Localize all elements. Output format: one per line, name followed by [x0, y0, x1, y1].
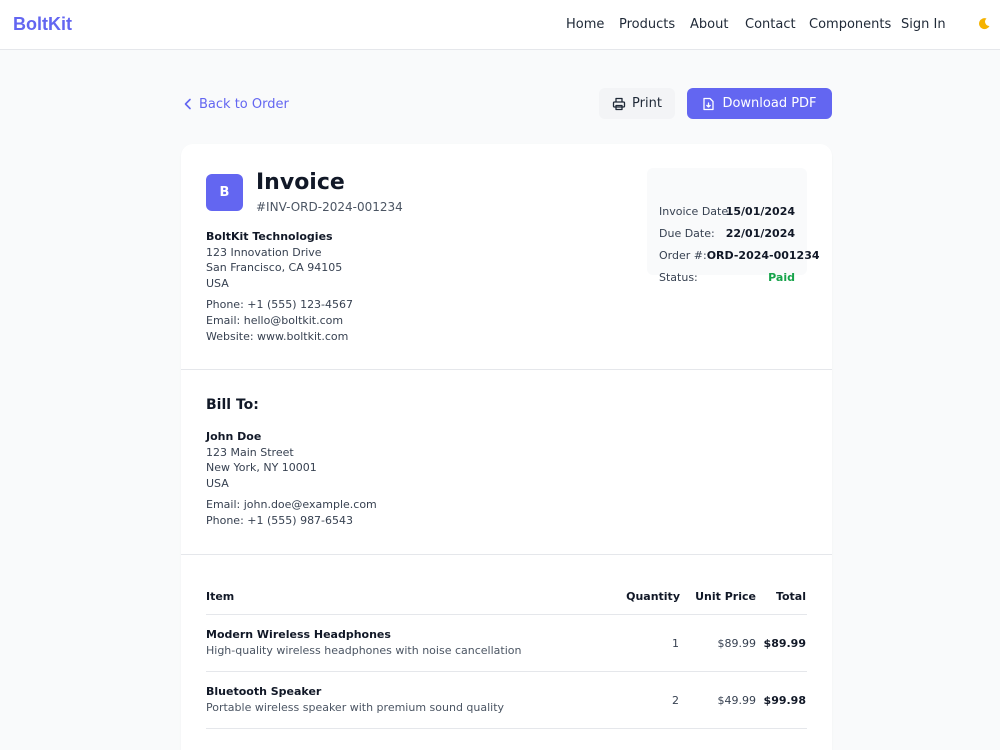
- table-divider: [206, 614, 807, 615]
- item-total: $99.98: [763, 694, 806, 707]
- customer-name: John Doe: [206, 430, 262, 443]
- item-name: Modern Wireless Headphones: [206, 628, 391, 641]
- item-description: Portable wireless speaker with premium s…: [206, 701, 505, 714]
- printer-icon: [612, 97, 626, 111]
- company-website: Website: www.boltkit.com: [206, 329, 349, 343]
- column-header-total: Total: [775, 590, 806, 603]
- back-to-order-label: Back to Order: [199, 96, 289, 112]
- item-unit-price: $89.99: [717, 637, 757, 650]
- nav-link-components[interactable]: Components: [809, 17, 891, 32]
- item-total: $89.99: [763, 637, 806, 650]
- customer-email: Email: john.doe@example.com: [206, 498, 377, 512]
- print-label: Print: [632, 96, 662, 111]
- company-country: USA: [206, 276, 229, 290]
- company-phone: Phone: +1 (555) 123-4567: [206, 298, 354, 312]
- company-name: BoltKit Technologies: [206, 230, 333, 243]
- item-unit-price: $49.99: [717, 694, 757, 707]
- column-header-item: Item: [206, 590, 235, 603]
- customer-address-line1: 123 Main Street: [206, 445, 294, 459]
- meta-due-date: Due Date: 22/01/2024: [659, 227, 795, 243]
- meta-status: Status: Paid: [659, 271, 795, 287]
- navbar: BoltKit Home Products About Contact Comp…: [0, 0, 1000, 50]
- column-header-unit-price: Unit Price: [695, 590, 756, 603]
- invoice-title: Invoice: [256, 170, 345, 195]
- nav-link-home[interactable]: Home: [566, 17, 604, 32]
- invoice-meta: Invoice Date: 15/01/2024 Due Date: 22/01…: [647, 168, 820, 284]
- company-logo: B: [206, 174, 243, 211]
- invoice-card: B Invoice #INV-ORD-2024-001234 BoltKit T…: [181, 144, 832, 750]
- invoice-date-label: Invoice Date:: [659, 205, 732, 218]
- table-divider: [206, 728, 807, 729]
- due-date-value: 22/01/2024: [725, 227, 795, 240]
- table-divider: [206, 671, 807, 672]
- meta-order-number: Order #:ORD-2024-001234: [659, 249, 820, 265]
- invoice-number: #INV-ORD-2024-001234: [256, 200, 403, 214]
- section-divider: [181, 369, 832, 370]
- file-download-icon: [702, 97, 715, 111]
- company-info: BoltKit Technologies 123 Innovation Driv…: [206, 229, 353, 344]
- item-quantity: 1: [672, 637, 679, 650]
- order-number-label: Order #:: [659, 249, 707, 262]
- back-to-order-link[interactable]: Back to Order: [183, 95, 289, 113]
- nav-link-sign-in[interactable]: Sign In: [901, 17, 946, 32]
- chevron-left-icon: [183, 98, 193, 110]
- bill-to-title: Bill To:: [206, 397, 259, 413]
- nav-link-about[interactable]: About: [690, 17, 728, 32]
- customer-country: USA: [206, 476, 229, 490]
- status-label: Status:: [659, 271, 698, 284]
- customer-phone: Phone: +1 (555) 987-6543: [206, 513, 354, 527]
- bill-to-info: John Doe 123 Main Street New York, NY 10…: [206, 429, 377, 529]
- status-badge: Paid: [768, 271, 795, 284]
- nav-link-contact[interactable]: Contact: [745, 17, 796, 32]
- moon-icon[interactable]: [977, 17, 991, 31]
- customer-address-line2: New York, NY 10001: [206, 461, 317, 475]
- invoice-date-value: 15/01/2024: [725, 205, 795, 218]
- download-pdf-label: Download PDF: [722, 96, 817, 111]
- print-button[interactable]: Print: [599, 88, 675, 119]
- company-address-line1: 123 Innovation Drive: [206, 245, 322, 259]
- order-number-value: ORD-2024-001234: [706, 249, 820, 262]
- item-name: Bluetooth Speaker: [206, 685, 322, 698]
- company-email: Email: hello@boltkit.com: [206, 313, 344, 327]
- section-divider: [181, 554, 832, 555]
- due-date-label: Due Date:: [659, 227, 715, 240]
- column-header-quantity: Quantity: [626, 590, 680, 603]
- nav-link-products[interactable]: Products: [619, 17, 675, 32]
- item-quantity: 2: [672, 694, 679, 707]
- company-address-line2: San Francisco, CA 94105: [206, 261, 343, 275]
- item-description: High-quality wireless headphones with no…: [206, 644, 522, 657]
- download-pdf-button[interactable]: Download PDF: [687, 88, 832, 119]
- meta-invoice-date: Invoice Date: 15/01/2024: [659, 205, 795, 221]
- nav-links: Home Products About Contact Components S…: [0, 17, 1000, 35]
